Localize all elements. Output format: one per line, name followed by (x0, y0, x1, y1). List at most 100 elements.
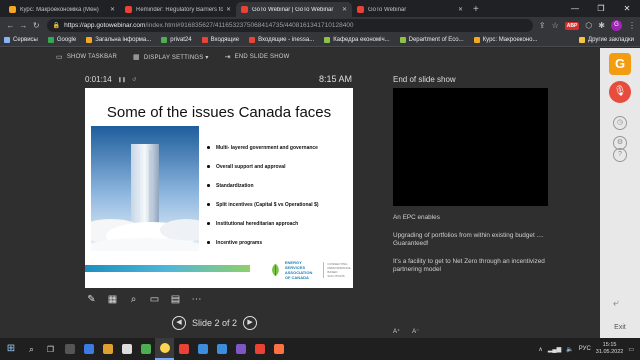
next-slide-title: End of slide show (393, 75, 456, 84)
display-icon: ▦ (133, 54, 140, 61)
taskbar-app-icon[interactable] (250, 338, 269, 360)
notes-paragraph: It's a facility to get to Net Zero throu… (393, 257, 545, 274)
bookmark-item[interactable]: Google (47, 37, 76, 43)
task-view-icon[interactable]: ❐ (41, 338, 60, 360)
file-explorer-icon[interactable] (98, 338, 117, 360)
adblock-icon[interactable]: ABP (564, 21, 580, 30)
tab-favicon (357, 6, 364, 13)
extension-logo[interactable]: G (609, 53, 631, 75)
lock-icon[interactable]: 🔒 (53, 22, 60, 29)
notes-paragraph: An EPC enables (393, 214, 440, 221)
list-item: Institutional hereditarian approach (207, 221, 353, 227)
bookmark-item[interactable]: privat24 (161, 37, 192, 43)
clock-icon[interactable]: ◷ (613, 116, 627, 130)
bookmark-item[interactable]: Department of Eco... (399, 37, 464, 43)
close-tab-icon[interactable]: ✕ (458, 6, 463, 13)
bookmark-item[interactable]: Кафедра економіч... (324, 37, 390, 43)
word-icon[interactable] (193, 338, 212, 360)
language-indicator[interactable]: РУС (579, 346, 591, 352)
help-icon[interactable]: ? (613, 148, 627, 162)
bookmark-star-icon[interactable]: ☆ (552, 21, 559, 30)
next-slide-button[interactable]: ▶ (243, 316, 258, 330)
reload-icon[interactable]: ↻ (30, 21, 43, 30)
maximize-icon[interactable]: ❐ (588, 0, 614, 17)
address-bar[interactable]: 🔒 https://app.gotowebinar.com /index.htm… (46, 19, 533, 32)
folder-icon (579, 37, 586, 43)
bookmark-label: Входящие (210, 37, 240, 43)
bookmark-item[interactable]: Сервисы (4, 37, 38, 43)
bookmark-item[interactable]: Входящие (201, 37, 240, 43)
bookmark-label: Department of Eco... (408, 37, 464, 43)
mail-icon (201, 37, 208, 43)
notes-paragraph: Upgrading of portfolios from within exis… (393, 231, 544, 248)
previous-slide-button[interactable]: ◀ (172, 316, 186, 330)
profile-avatar[interactable]: G (610, 20, 622, 31)
display-settings-button[interactable]: ▦ DISPLAY SETTINGS ▾ (133, 53, 209, 61)
taskbar-app-icon[interactable] (117, 338, 136, 360)
decrease-font-icon[interactable]: A⁻ (412, 328, 419, 335)
taskbar-app-icon[interactable] (60, 338, 79, 360)
extensions-puzzle-icon[interactable]: ✱ (598, 21, 605, 30)
magnify-icon[interactable]: ⌕ (127, 293, 140, 306)
taskbar-app-icon[interactable] (174, 338, 193, 360)
exit-icon[interactable]: ⤶ (613, 298, 619, 309)
site-icon (161, 37, 168, 43)
browser-tab-2[interactable]: Reminder: Regulatory Barriers fo ✕ (120, 2, 236, 17)
system-clock[interactable]: 15:15 31.05.2022 (596, 342, 624, 356)
extension-icon[interactable]: ⬡ (585, 21, 592, 30)
browser-tab-3[interactable]: GoTo Webinar | GoTo Webinar ✕ (236, 2, 352, 17)
bookmark-item[interactable]: Загальна інформа... (86, 37, 151, 43)
close-tab-icon[interactable]: ✕ (110, 6, 115, 13)
browser-tab-4[interactable]: GoTo Webinar ✕ (352, 2, 468, 17)
slide-bullet-list: Multi- layered government and governance… (207, 145, 353, 259)
exit-button[interactable]: Exit (600, 324, 640, 331)
taskbar-app-icon[interactable] (231, 338, 250, 360)
windows-start-icon[interactable]: ⊞ (0, 338, 22, 360)
pause-icon[interactable]: ❚❚ (118, 77, 126, 83)
menu-kebab-icon[interactable]: ⋮ (628, 21, 636, 30)
microphone-icon[interactable]: 🎙 (609, 81, 631, 103)
pen-icon[interactable]: ✎ (85, 293, 98, 306)
other-bookmarks[interactable]: Другие закладки (579, 37, 634, 43)
notification-icon[interactable]: ▭ (628, 346, 634, 353)
esac-tagline: CONNECTING PERFORMANCE BASED SOLUTIONS (323, 262, 353, 278)
chrome-icon[interactable] (155, 338, 174, 360)
taskbar-app-icon[interactable] (212, 338, 231, 360)
slide-grid-icon[interactable]: ▦ (106, 293, 119, 306)
slide-tools: ✎ ▦ ⌕ ▭ ▤ ⋯ (85, 293, 203, 306)
bookmark-item[interactable]: Курс: Макроеконо... (473, 37, 537, 43)
building-in-clouds-image (91, 126, 199, 251)
taskbar-app-icon[interactable] (79, 338, 98, 360)
browser-tab-strip: Курс: Макроекономіка (Мен) ✕ Reminder: Re… (0, 0, 640, 17)
site-icon (473, 37, 480, 43)
show-taskbar-button[interactable]: ▭ SHOW TASKBAR (56, 53, 117, 61)
browser-tab-1[interactable]: Курс: Макроекономіка (Мен) ✕ (4, 2, 120, 17)
tray-chevron-icon[interactable]: ∧ (538, 346, 542, 353)
increase-font-icon[interactable]: A⁺ (393, 328, 400, 335)
search-icon[interactable]: ⌕ (22, 338, 41, 360)
bookmark-item[interactable]: Входящие - inessa... (249, 37, 314, 43)
close-window-icon[interactable]: ✕ (614, 0, 640, 17)
minimize-icon[interactable]: — (562, 0, 588, 17)
extension-sidebar: G 🎙 ◷ ⚙ ? ⤶ Exit (600, 48, 640, 338)
reset-icon[interactable]: ↺ (132, 77, 136, 83)
close-tab-icon[interactable]: ✕ (226, 6, 231, 13)
close-tab-icon[interactable]: ✕ (342, 6, 347, 13)
notes-font-controls: A⁺ A⁻ (393, 328, 419, 335)
subtitles-icon[interactable]: ▤ (169, 293, 182, 306)
back-icon[interactable]: ← (4, 21, 17, 30)
volume-icon[interactable]: 🔈 (566, 346, 573, 353)
share-icon[interactable]: ⇪ (539, 21, 546, 30)
elapsed-time: 0:01:14 (85, 75, 112, 84)
tab-title: GoTo Webinar | GoTo Webinar (252, 6, 334, 13)
new-tab-button[interactable]: + (473, 2, 479, 17)
end-show-icon: ⇥ (224, 54, 231, 61)
taskbar-app-icon[interactable] (269, 338, 288, 360)
forward-icon[interactable]: → (17, 21, 30, 30)
network-icon[interactable]: ▂▄▆ (548, 346, 561, 353)
taskbar-app-icon[interactable] (136, 338, 155, 360)
more-options-icon[interactable]: ⋯ (190, 293, 203, 306)
current-slide: Some of the issues Canada faces Multi- l… (85, 88, 353, 288)
end-slide-show-button[interactable]: ⇥ END SLIDE SHOW (225, 53, 290, 61)
screen-icon[interactable]: ▭ (148, 293, 161, 306)
